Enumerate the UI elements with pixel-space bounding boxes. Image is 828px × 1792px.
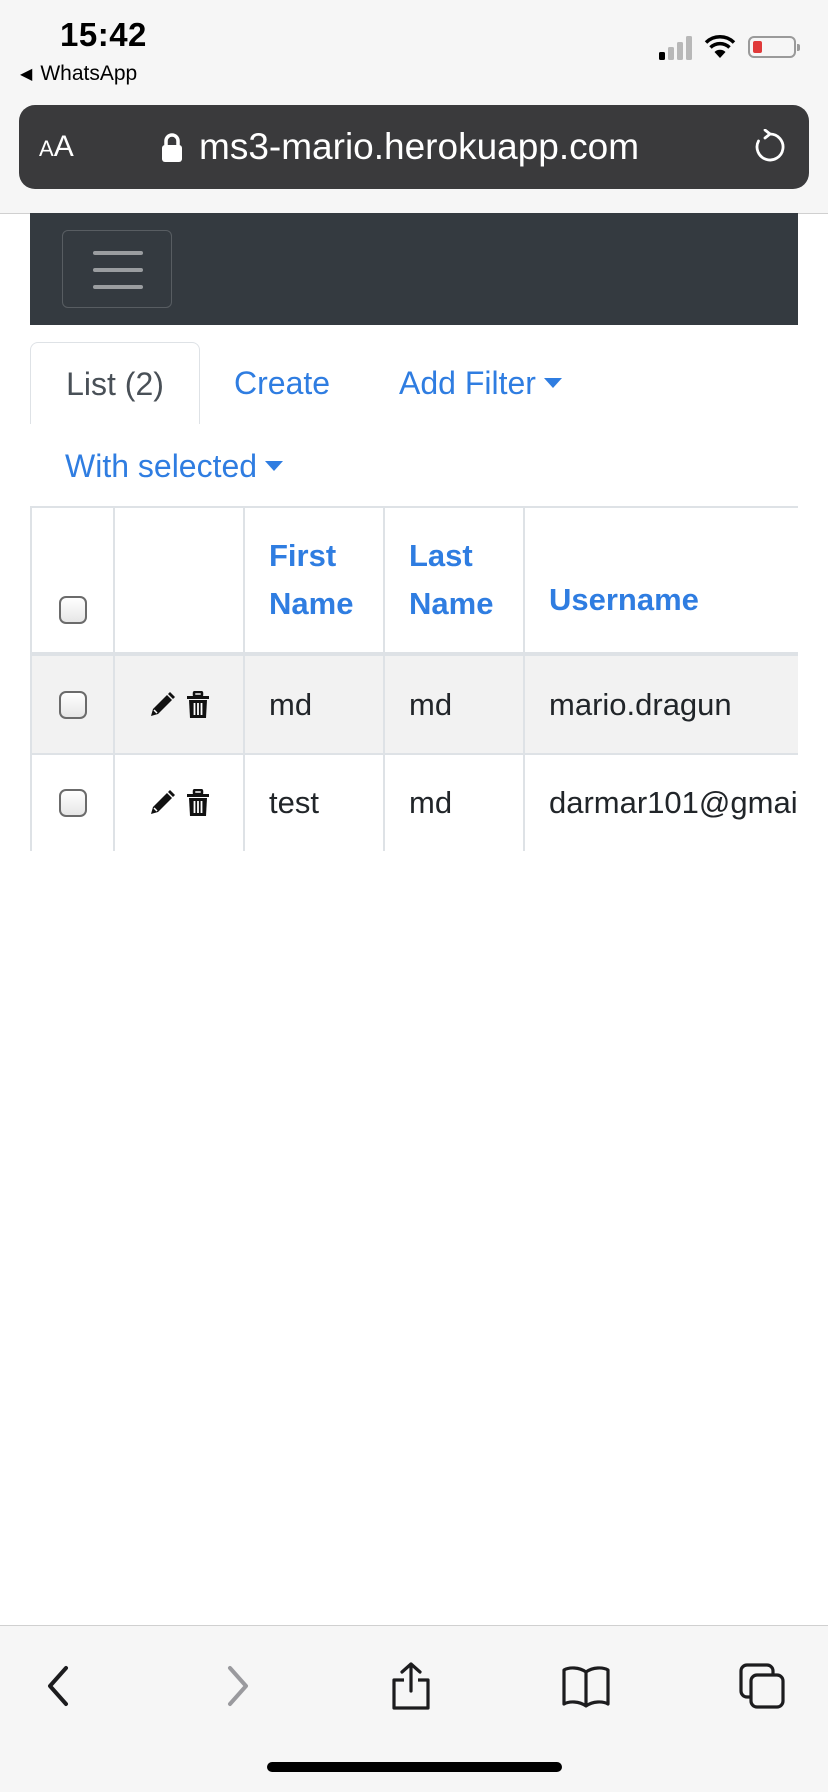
trash-icon[interactable]	[186, 789, 210, 817]
with-selected-label: With selected	[65, 448, 258, 484]
header-select-cell	[32, 508, 115, 656]
lock-icon	[162, 133, 182, 162]
header-first-name[interactable]: First Name	[245, 508, 385, 656]
tab-add-filter[interactable]: Add Filter	[399, 342, 562, 424]
navbar	[30, 213, 798, 325]
bookmarks-icon[interactable]	[556, 1656, 616, 1716]
back-to-app-link[interactable]: ◀ WhatsApp	[20, 62, 137, 86]
row-checkbox[interactable]	[58, 789, 87, 817]
header-first-name-line1: First	[269, 538, 337, 573]
users-table: First Name Last Name Username md md mari…	[30, 506, 798, 851]
status-icons	[659, 34, 800, 60]
select-all-checkbox[interactable]	[58, 596, 87, 624]
status-bar: 15:42 ◀ WhatsApp	[0, 0, 828, 96]
row-actions-cell	[115, 755, 245, 851]
share-icon[interactable]	[381, 1656, 441, 1716]
status-time: 15:42	[60, 16, 147, 53]
header-first-name-line2: Name	[269, 586, 354, 621]
pencil-icon[interactable]	[148, 691, 176, 719]
pencil-icon[interactable]	[148, 789, 176, 817]
home-indicator[interactable]	[267, 1762, 562, 1772]
tabs-nav: List (2) Create Add Filter	[30, 342, 798, 424]
caret-down-icon	[265, 460, 284, 471]
header-last-name-line1: Last	[409, 538, 473, 573]
header-username[interactable]: Username	[525, 508, 798, 656]
url-text[interactable]: ms3-mario.herokuapp.com	[199, 105, 639, 189]
text-size-big-a: A	[53, 130, 74, 163]
text-size-button[interactable]: AA	[39, 105, 74, 189]
row-select-cell	[32, 755, 115, 851]
tab-create[interactable]: Create	[234, 342, 330, 424]
row-checkbox[interactable]	[58, 690, 87, 719]
address-bar[interactable]: AA ms3-mario.herokuapp.com	[19, 105, 809, 189]
header-last-name[interactable]: Last Name	[385, 508, 525, 656]
back-app-label: WhatsApp	[40, 62, 138, 85]
cell-last-name: md	[385, 755, 525, 851]
back-chevron-icon[interactable]	[29, 1656, 89, 1716]
hamburger-menu-icon[interactable]	[62, 230, 172, 308]
cell-username: darmar101@gmai	[525, 755, 798, 851]
wifi-icon	[704, 35, 736, 58]
reload-icon[interactable]	[753, 129, 787, 165]
cell-last-name: md	[385, 656, 525, 755]
back-triangle-icon: ◀	[20, 66, 33, 83]
battery-low-icon	[748, 36, 800, 58]
forward-chevron-icon[interactable]	[207, 1656, 267, 1716]
cell-first-name: md	[245, 656, 385, 755]
tab-list[interactable]: List (2)	[30, 342, 200, 424]
text-size-small-a: A	[39, 136, 54, 161]
cell-first-name: test	[245, 755, 385, 851]
row-actions-cell	[115, 656, 245, 755]
signal-icon	[659, 34, 692, 60]
trash-icon[interactable]	[186, 690, 210, 719]
caret-down-icon	[543, 377, 562, 388]
add-filter-label: Add Filter	[399, 365, 536, 401]
tabs-icon[interactable]	[732, 1656, 792, 1716]
row-select-cell	[32, 656, 115, 755]
header-last-name-line2: Name	[409, 586, 494, 621]
cell-username: mario.dragun	[525, 656, 798, 755]
browser-address-area: AA ms3-mario.herokuapp.com	[0, 96, 828, 214]
header-actions-cell	[115, 508, 245, 656]
header-username-label: Username	[549, 582, 699, 617]
with-selected-dropdown[interactable]: With selected	[65, 445, 284, 487]
